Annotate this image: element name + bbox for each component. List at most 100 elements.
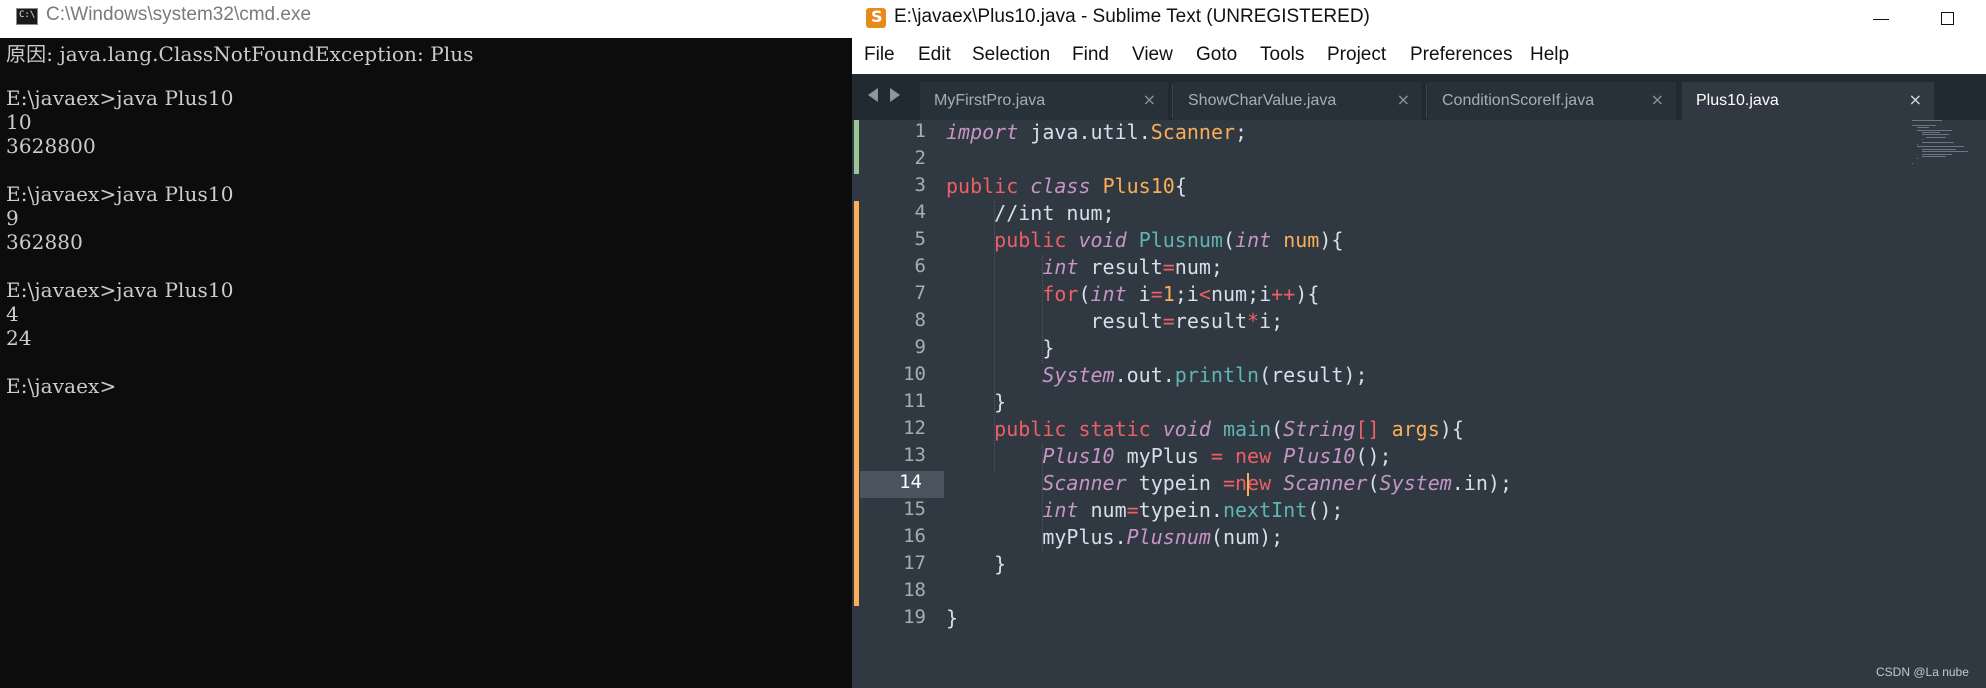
line-number: 14 — [860, 471, 944, 498]
tab-close-icon[interactable]: × — [1909, 90, 1922, 109]
tab-close-icon[interactable]: × — [1143, 90, 1156, 109]
tab-scroll-left-icon[interactable] — [868, 88, 878, 102]
line-number-gutter[interactable]: 1 2 3 4 5 6 7 8 9 10 11 12 13 14 15 16 17 18 19 — [852, 120, 944, 688]
line-number: 13 — [903, 444, 926, 466]
line-number: 11 — [903, 390, 926, 412]
minimap-line — [1916, 158, 1918, 160]
minimap-line — [1912, 120, 1942, 121]
menu-help[interactable]: Help — [1530, 44, 1569, 66]
code-line[interactable]: public void Plusnum(int num){ — [946, 228, 1343, 255]
minimap-line — [1926, 136, 1946, 138]
tab-divider — [1172, 84, 1173, 118]
maximize-button[interactable] — [1928, 2, 1968, 36]
line-number: 18 — [903, 579, 926, 601]
code-line[interactable]: public static void main(String[] args){ — [946, 417, 1464, 444]
code-line[interactable]: } — [946, 552, 1006, 579]
line-number: 19 — [903, 606, 926, 628]
console-line: E:\javaex>java Plus10 — [6, 86, 234, 110]
line-number: 4 — [914, 201, 926, 223]
code-line[interactable]: int result=num; — [946, 255, 1223, 282]
console-line: 24 — [6, 326, 32, 350]
code-line[interactable]: } — [946, 390, 1006, 417]
menu-edit[interactable]: Edit — [918, 44, 951, 66]
code-line[interactable]: public class Plus10{ — [946, 174, 1187, 201]
tab-close-icon[interactable]: × — [1397, 90, 1410, 109]
tab-bar: MyFirstPro.java × ShowCharValue.java × C… — [852, 74, 1986, 120]
console-line: E:\javaex>java Plus10 — [6, 182, 234, 206]
line-number: 12 — [903, 417, 926, 439]
tab-divider — [1426, 84, 1427, 118]
tab-showcharvalue[interactable]: ShowCharValue.java × — [1174, 82, 1422, 120]
gutter-added-marker — [854, 120, 859, 174]
minimap-line — [1921, 141, 1954, 143]
tab-plus10[interactable]: Plus10.java × — [1682, 82, 1934, 120]
text-cursor — [1247, 473, 1250, 496]
code-editor[interactable]: import java.util.Scanner; public class Pl… — [946, 120, 1906, 688]
code-line[interactable]: result=result*i; — [946, 309, 1284, 336]
code-line[interactable]: int num=typein.nextInt(); — [946, 498, 1343, 525]
code-line[interactable]: myPlus.Plusnum(num); — [946, 525, 1283, 552]
minimap-line — [1912, 163, 1914, 165]
code-line[interactable]: Scanner typein =new Scanner(System.in); — [946, 471, 1512, 498]
line-number: 15 — [903, 498, 926, 520]
minimap-line — [1916, 129, 1952, 131]
code-line[interactable]: import java.util.Scanner; — [946, 120, 1247, 147]
console-line: 4 — [6, 302, 19, 326]
minimap-line — [1916, 146, 1964, 148]
line-number: 3 — [914, 174, 926, 196]
sublime-window[interactable]: S E:\javaex\Plus10.java - Sublime Text (… — [852, 0, 1986, 688]
minimap-line — [1921, 148, 1957, 150]
gutter-modified-marker — [854, 201, 859, 606]
code-line[interactable]: Plus10 myPlus = new Plus10(); — [946, 444, 1391, 471]
line-number: 2 — [914, 147, 926, 169]
menu-tools[interactable]: Tools — [1260, 44, 1304, 66]
code-line[interactable]: //int num; — [946, 201, 1114, 228]
code-line[interactable]: for(int i=1;i<num;i++){ — [946, 282, 1319, 309]
minimize-icon — [1873, 19, 1889, 20]
tab-conditionscoreif[interactable]: ConditionScoreIf.java × — [1428, 82, 1676, 120]
menu-bar: File Edit Selection Find View Goto Tools… — [852, 38, 1986, 74]
cmd-window-title: C:\Windows\system32\cmd.exe — [46, 4, 312, 25]
line-number: 16 — [903, 525, 926, 547]
tab-scroll-right-icon[interactable] — [890, 88, 900, 102]
tab-label: ShowCharValue.java — [1188, 92, 1337, 109]
sublime-titlebar[interactable]: S E:\javaex\Plus10.java - Sublime Text (… — [852, 0, 1986, 38]
line-number: 1 — [914, 120, 926, 142]
menu-selection[interactable]: Selection — [972, 44, 1050, 66]
console-line: 原因: java.lang.ClassNotFoundException: Pl… — [6, 42, 474, 66]
maximize-icon — [1941, 12, 1954, 25]
line-number: 17 — [903, 552, 926, 574]
minimize-button[interactable] — [1862, 2, 1902, 36]
tab-label: MyFirstPro.java — [934, 92, 1046, 109]
tab-close-icon[interactable]: × — [1651, 90, 1664, 109]
minimap-line — [1916, 127, 1929, 129]
line-number: 9 — [914, 336, 926, 358]
cmd-window[interactable]: C:\ C:\Windows\system32\cmd.exe 原因: java… — [0, 0, 852, 688]
menu-preferences[interactable]: Preferences — [1410, 44, 1512, 66]
console-output[interactable]: 原因: java.lang.ClassNotFoundException: Pl… — [6, 38, 846, 398]
menu-project[interactable]: Project — [1327, 44, 1386, 66]
console-icon: C:\ — [16, 8, 38, 25]
minimap[interactable] — [1912, 120, 1982, 180]
tab-myfirstpro[interactable]: MyFirstPro.java × — [920, 82, 1168, 120]
menu-file[interactable]: File — [864, 44, 895, 66]
line-number: 8 — [914, 309, 926, 331]
minimap-line — [1921, 151, 1969, 153]
code-line[interactable]: } — [946, 336, 1054, 363]
cmd-titlebar[interactable]: C:\ C:\Windows\system32\cmd.exe — [0, 0, 852, 38]
console-line: 362880 — [6, 230, 83, 254]
code-line[interactable]: } — [946, 606, 958, 633]
minimap-line — [1921, 153, 1952, 155]
line-number: 5 — [914, 228, 926, 250]
menu-find[interactable]: Find — [1072, 44, 1109, 66]
minimap-line — [1912, 124, 1936, 126]
code-line[interactable]: System.out.println(result); — [946, 363, 1367, 390]
sublime-window-title: E:\javaex\Plus10.java - Sublime Text (UN… — [894, 6, 1370, 27]
minimap-line — [1921, 139, 1923, 141]
console-line: 9 — [6, 206, 19, 230]
console-line: E:\javaex> — [6, 374, 117, 398]
menu-view[interactable]: View — [1132, 44, 1173, 66]
menu-goto[interactable]: Goto — [1196, 44, 1237, 66]
